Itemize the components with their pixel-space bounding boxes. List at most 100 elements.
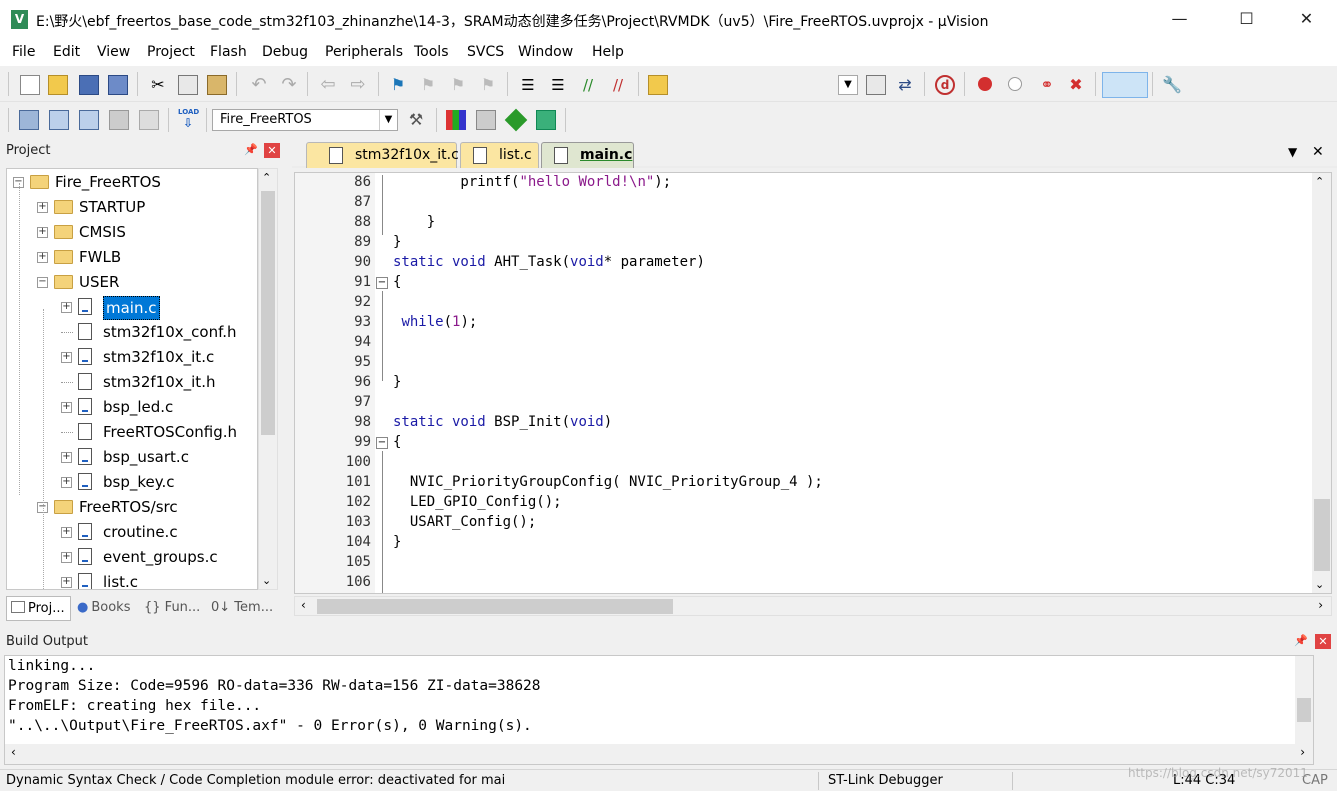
redo-icon[interactable]: ↷ bbox=[279, 75, 299, 95]
bookmark-clear-icon[interactable]: ⚑ bbox=[478, 75, 498, 95]
close-build-output-button[interactable]: ✕ bbox=[1315, 634, 1331, 649]
tab-project[interactable]: Proj... bbox=[6, 596, 71, 621]
close-tab-button[interactable]: ✕ bbox=[1312, 144, 1324, 160]
build-output-panel[interactable]: linking... Program Size: Code=9596 RO-da… bbox=[4, 655, 1314, 765]
rebuild-icon[interactable] bbox=[79, 110, 99, 130]
find-in-files-icon[interactable] bbox=[648, 75, 668, 95]
scroll-down-icon[interactable]: ⌄ bbox=[262, 574, 271, 587]
fold-toggle-icon[interactable]: − bbox=[376, 437, 388, 449]
nav-forward-icon[interactable]: ⇨ bbox=[348, 75, 368, 95]
scroll-right-icon[interactable]: › bbox=[1300, 745, 1305, 759]
expand-icon[interactable]: + bbox=[61, 577, 72, 588]
menu-tools[interactable]: Tools bbox=[414, 44, 449, 60]
expand-icon[interactable]: + bbox=[61, 452, 72, 463]
save-icon[interactable] bbox=[79, 75, 99, 95]
translate-icon[interactable] bbox=[19, 110, 39, 130]
run-time-env-icon[interactable] bbox=[536, 110, 556, 130]
unindent-icon[interactable]: ☰ bbox=[548, 75, 568, 95]
tab-stm32f10x-it-c[interactable]: stm32f10x_it.c bbox=[306, 142, 459, 168]
bookmark-icon[interactable]: ⚑ bbox=[388, 75, 408, 95]
paste-icon[interactable] bbox=[207, 75, 227, 95]
load-download-icon[interactable]: LOAD ⇩ bbox=[178, 108, 199, 130]
incremental-find-icon[interactable]: ⇄ bbox=[895, 75, 915, 95]
comment-icon[interactable]: // bbox=[578, 75, 598, 95]
nav-back-icon[interactable]: ⇦ bbox=[318, 75, 338, 95]
scroll-left-icon[interactable]: ‹ bbox=[301, 598, 306, 612]
tab-templates[interactable]: 0↓ Tem... bbox=[211, 596, 281, 621]
copy-icon[interactable] bbox=[178, 75, 198, 95]
file-extensions-icon[interactable] bbox=[476, 110, 496, 130]
menu-debug[interactable]: Debug bbox=[262, 44, 308, 60]
chevron-down-icon[interactable]: ▼ bbox=[379, 110, 397, 130]
tab-books[interactable]: ● Books bbox=[74, 596, 140, 621]
expand-icon[interactable]: + bbox=[61, 552, 72, 563]
build-output-hscrollbar[interactable]: ‹ › bbox=[5, 744, 1313, 764]
stop-build-icon[interactable] bbox=[139, 110, 159, 130]
save-all-icon[interactable] bbox=[108, 75, 128, 95]
menu-window[interactable]: Window bbox=[518, 44, 573, 60]
maximize-button[interactable]: ☐ bbox=[1224, 0, 1269, 40]
expand-icon[interactable]: + bbox=[37, 227, 48, 238]
expand-icon[interactable]: + bbox=[37, 252, 48, 263]
kill-breakpoints-icon[interactable]: ✖ bbox=[1066, 75, 1086, 95]
find-icon[interactable] bbox=[866, 75, 886, 95]
target-options-icon[interactable]: ⚒ bbox=[406, 110, 426, 130]
expand-icon[interactable]: + bbox=[61, 352, 72, 363]
menu-file[interactable]: File bbox=[12, 44, 35, 60]
pack-installer-icon[interactable] bbox=[504, 108, 528, 132]
scroll-thumb[interactable] bbox=[1314, 499, 1330, 571]
tab-list-c[interactable]: list.c bbox=[460, 142, 539, 168]
tab-functions[interactable]: {} Fun... bbox=[144, 596, 210, 621]
build-icon[interactable] bbox=[49, 110, 69, 130]
manage-components-icon[interactable] bbox=[446, 110, 466, 130]
cut-icon[interactable]: ✂ bbox=[148, 75, 168, 95]
expand-icon[interactable]: + bbox=[61, 477, 72, 488]
new-file-icon[interactable] bbox=[20, 75, 40, 95]
menu-help[interactable]: Help bbox=[592, 44, 624, 60]
menu-view[interactable]: View bbox=[97, 44, 130, 60]
scroll-left-icon[interactable]: ‹ bbox=[11, 745, 16, 759]
expand-icon[interactable]: + bbox=[61, 527, 72, 538]
indent-icon[interactable]: ☰ bbox=[518, 75, 538, 95]
editor-vertical-scrollbar[interactable]: ⌃ ⌄ bbox=[1312, 173, 1331, 593]
window-layout-dropdown[interactable] bbox=[1102, 72, 1148, 98]
expand-icon[interactable]: + bbox=[37, 202, 48, 213]
expand-icon[interactable]: + bbox=[61, 402, 72, 413]
enable-breakpoint-icon[interactable] bbox=[1008, 77, 1022, 91]
pin-icon[interactable]: 📌 bbox=[1294, 634, 1308, 647]
menu-svcs[interactable]: SVCS bbox=[467, 44, 504, 60]
editor-horizontal-scrollbar[interactable]: ‹ › bbox=[294, 596, 1332, 616]
close-project-pane-button[interactable]: ✕ bbox=[264, 143, 280, 158]
menu-peripherals[interactable]: Peripherals bbox=[325, 44, 403, 60]
configure-wrench-icon[interactable]: 🔧 bbox=[1162, 75, 1182, 95]
pin-icon[interactable]: 📌 bbox=[244, 143, 258, 156]
expand-icon[interactable]: + bbox=[61, 302, 72, 313]
close-window-button[interactable]: ✕ bbox=[1284, 0, 1329, 40]
minimize-button[interactable]: — bbox=[1157, 0, 1202, 40]
insert-breakpoint-icon[interactable] bbox=[978, 77, 992, 91]
tab-list-dropdown[interactable]: ▼ bbox=[1288, 145, 1297, 159]
scroll-up-icon[interactable]: ⌃ bbox=[1315, 175, 1324, 188]
debug-session-icon[interactable]: d bbox=[935, 75, 955, 95]
code-editor[interactable]: 86 87 88 89 90 91 92 93 94 95 96 97 98 99 100 101 102 103… bbox=[294, 172, 1332, 594]
bookmark-prev-icon[interactable]: ⚑ bbox=[418, 75, 438, 95]
scroll-thumb[interactable] bbox=[317, 599, 673, 614]
scroll-down-icon[interactable]: ⌄ bbox=[1315, 578, 1324, 591]
build-output-vscrollbar[interactable] bbox=[1295, 656, 1313, 744]
tab-main-c[interactable]: main.c bbox=[541, 142, 634, 168]
scroll-thumb[interactable] bbox=[1297, 698, 1311, 722]
undo-icon[interactable]: ↶ bbox=[249, 75, 269, 95]
menu-edit[interactable]: Edit bbox=[53, 44, 80, 60]
open-file-icon[interactable] bbox=[48, 75, 68, 95]
fold-toggle-icon[interactable]: − bbox=[376, 277, 388, 289]
scroll-right-icon[interactable]: › bbox=[1318, 598, 1323, 612]
collapse-icon[interactable]: − bbox=[37, 277, 48, 288]
project-tree-scrollbar[interactable]: ⌃ ⌄ bbox=[258, 168, 278, 590]
scroll-thumb[interactable] bbox=[261, 191, 275, 435]
menu-flash[interactable]: Flash bbox=[210, 44, 247, 60]
find-combo-dropdown[interactable]: ▼ bbox=[838, 75, 858, 95]
menu-project[interactable]: Project bbox=[147, 44, 195, 60]
scroll-up-icon[interactable]: ⌃ bbox=[262, 171, 271, 184]
batch-build-icon[interactable] bbox=[109, 110, 129, 130]
disable-breakpoints-icon[interactable]: ⚭ bbox=[1037, 75, 1057, 95]
